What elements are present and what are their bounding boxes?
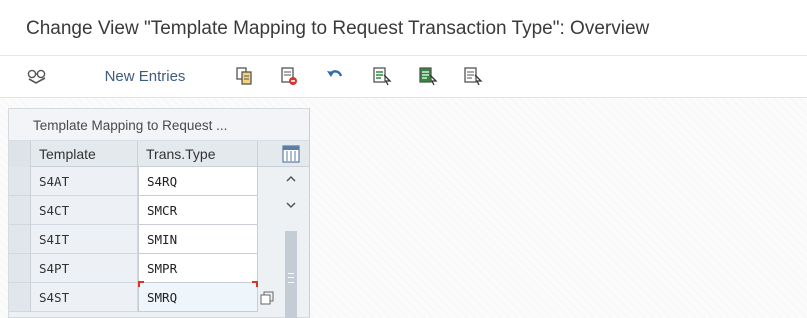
application-toolbar: New Entries	[0, 56, 807, 98]
table-settings-icon[interactable]	[281, 144, 301, 164]
table-row: S4PT SMPR	[9, 254, 271, 283]
table-row: S4IT SMIN	[9, 225, 271, 254]
scroll-up-icon[interactable]	[283, 169, 299, 189]
scrollbar-grip-icon	[288, 273, 294, 283]
select-block-icon[interactable]	[417, 65, 439, 87]
column-header-row: Template Trans.Type	[9, 141, 309, 167]
template-cell: S4AT	[31, 167, 138, 196]
scrollbar-thumb[interactable]	[285, 231, 297, 318]
deselect-all-icon[interactable]	[462, 65, 484, 87]
table-caption: Template Mapping to Request ...	[9, 109, 309, 141]
row-selector[interactable]	[9, 283, 31, 312]
scroll-down-icon[interactable]	[283, 195, 299, 215]
table-control: Template Mapping to Request ... Template…	[8, 108, 310, 318]
work-area: Template Mapping to Request ... Template…	[0, 98, 807, 318]
row-selector[interactable]	[9, 254, 31, 283]
select-all-icon[interactable]	[371, 65, 393, 87]
value-help-icon[interactable]	[260, 291, 274, 305]
template-cell: S4ST	[31, 283, 138, 312]
vertical-scrollbar[interactable]	[281, 167, 301, 318]
template-cell: S4PT	[31, 254, 138, 283]
trans-type-input-focused[interactable]: SMRQ	[138, 283, 258, 312]
trans-type-input[interactable]: S4RQ	[138, 167, 258, 196]
row-selector[interactable]	[9, 196, 31, 225]
template-cell: S4IT	[31, 225, 138, 254]
row-selector[interactable]	[9, 167, 31, 196]
table-row: S4CT SMCR	[9, 196, 271, 225]
column-header-trans-type[interactable]: Trans.Type	[138, 141, 258, 167]
delete-icon[interactable]	[278, 65, 300, 87]
row-selector[interactable]	[9, 225, 31, 254]
focus-corner	[252, 281, 258, 287]
focus-corner	[138, 281, 144, 287]
select-all-rows-cell[interactable]	[9, 141, 31, 167]
table-row: S4AT S4RQ	[9, 167, 271, 196]
template-cell: S4CT	[31, 196, 138, 225]
trans-type-input[interactable]: SMIN	[138, 225, 258, 254]
new-entries-button[interactable]: New Entries	[92, 65, 198, 87]
table-row: S4ST SMRQ	[9, 281, 274, 312]
copy-icon[interactable]	[233, 65, 255, 87]
undo-icon[interactable]	[324, 65, 346, 87]
window-title: Change View "Template Mapping to Request…	[0, 0, 807, 56]
display-change-icon[interactable]	[24, 65, 50, 87]
trans-type-input[interactable]: SMCR	[138, 196, 258, 225]
column-header-template[interactable]: Template	[31, 141, 138, 167]
trans-type-input[interactable]: SMPR	[138, 254, 258, 283]
